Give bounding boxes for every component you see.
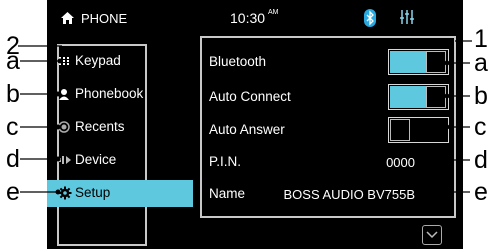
callout-right-c: c [474,113,487,141]
callout-right-d: d [474,146,488,174]
callout-right-a: a [474,49,488,77]
callout-lines [18,40,472,195]
callout-left-c: c [6,113,19,141]
callout-right-b: b [474,82,488,110]
callout-right-e: e [474,178,488,206]
callout-left-e: e [6,178,20,206]
callout-left-a: a [6,47,20,75]
callout-left-d: d [6,145,20,173]
callout-left-b: b [6,80,20,108]
